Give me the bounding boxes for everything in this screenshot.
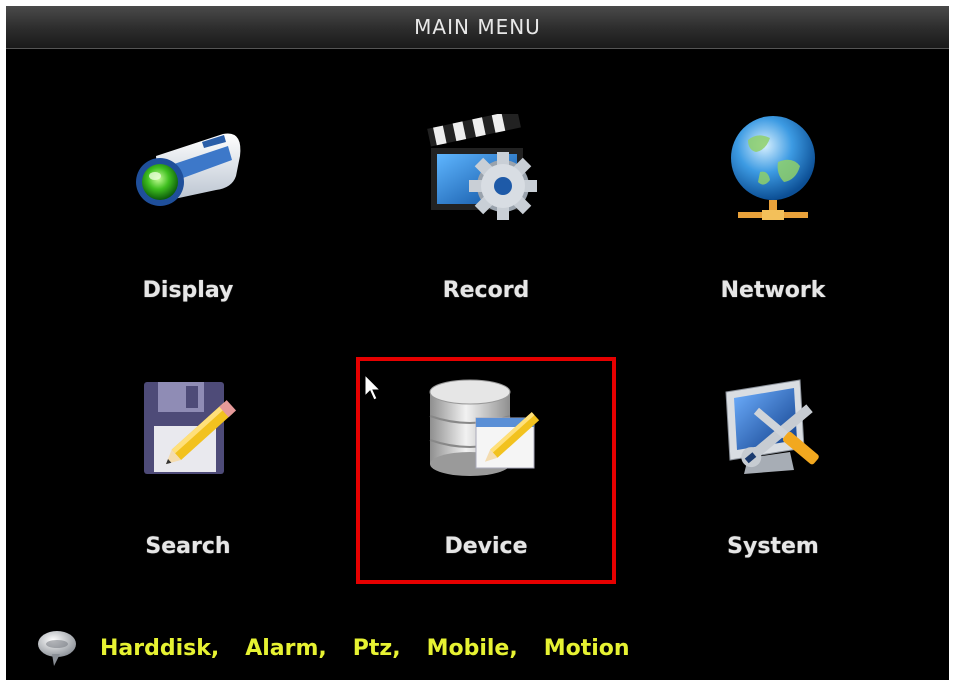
- status-items: Harddisk, Alarm, Ptz, Mobile, Motion: [100, 636, 656, 661]
- menu-item-search[interactable]: Search: [78, 362, 298, 562]
- status-item-harddisk[interactable]: Harddisk,: [100, 636, 219, 661]
- database-edit-icon: [429, 379, 540, 476]
- menu-item-label: Device: [444, 534, 528, 559]
- menu-item-label: Record: [442, 278, 530, 303]
- menu-item-label: System: [727, 534, 819, 559]
- menu-item-system[interactable]: System: [663, 362, 883, 562]
- status-item-ptz[interactable]: Ptz,: [353, 636, 401, 661]
- mouse-cursor-icon: [364, 374, 382, 401]
- page-title: MAIN MENU: [414, 15, 541, 39]
- status-item-mobile[interactable]: Mobile,: [427, 636, 518, 661]
- clapperboard-gear-icon: [427, 114, 537, 220]
- menu-item-label: Display: [142, 278, 234, 303]
- dvr-screen: MAIN MENU Display Record Network Search …: [6, 6, 949, 680]
- globe-network-icon: [731, 116, 815, 220]
- floppy-pencil-icon: [144, 382, 237, 474]
- menu-item-device[interactable]: Device: [376, 362, 596, 562]
- title-bar: MAIN MENU: [6, 6, 949, 49]
- menu-item-label: Network: [720, 278, 826, 303]
- status-item-motion[interactable]: Motion: [544, 636, 630, 661]
- status-item-alarm[interactable]: Alarm,: [245, 636, 327, 661]
- menu-item-label: Search: [145, 534, 231, 559]
- status-bar: Harddisk, Alarm, Ptz, Mobile, Motion: [36, 628, 656, 668]
- menu-item-display[interactable]: Display: [78, 106, 298, 306]
- camera-icon: [136, 133, 241, 206]
- speech-bubble-icon: [38, 631, 76, 666]
- menu-item-record[interactable]: Record: [376, 106, 596, 306]
- menu-item-network[interactable]: Network: [663, 106, 883, 306]
- monitor-tools-icon: [725, 379, 819, 474]
